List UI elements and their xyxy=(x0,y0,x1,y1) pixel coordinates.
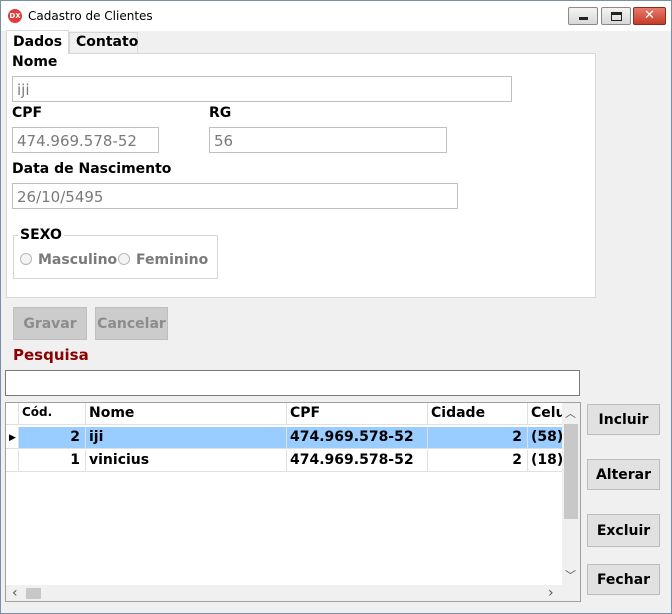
masculino-radio[interactable] xyxy=(20,253,32,265)
close-button[interactable]: ✕ xyxy=(633,7,666,25)
cell-cod[interactable]: 1 xyxy=(19,450,86,472)
maximize-button[interactable] xyxy=(601,7,631,25)
rg-label: RG xyxy=(209,105,232,121)
cell-nome[interactable]: vinicius xyxy=(86,450,287,472)
incluir-button[interactable]: Incluir xyxy=(587,404,660,435)
cell-cod[interactable]: 2 xyxy=(19,427,86,449)
cpf-label: CPF xyxy=(12,105,43,121)
minimize-button[interactable] xyxy=(568,7,598,25)
scroll-left-icon[interactable]: ‹ xyxy=(12,585,18,601)
tab-contato[interactable]: Contato xyxy=(69,32,138,53)
row-indicator xyxy=(6,450,19,472)
nascimento-label: Data de Nascimento xyxy=(12,161,172,177)
search-input[interactable] xyxy=(5,370,580,396)
excluir-button[interactable]: Excluir xyxy=(587,514,660,547)
cell-cidade[interactable]: 2 xyxy=(428,427,528,449)
scroll-right-icon[interactable]: › xyxy=(548,585,554,601)
gravar-button[interactable]: Gravar xyxy=(13,307,87,340)
cell-cpf[interactable]: 474.969.578-52 xyxy=(287,427,428,449)
cell-celular[interactable]: (18) xyxy=(528,450,562,472)
close-icon: ✕ xyxy=(644,8,655,23)
nascimento-field[interactable]: 26/10/5495 xyxy=(12,183,458,209)
col-cpf[interactable]: CPF xyxy=(287,403,428,425)
horizontal-scrollbar[interactable]: ‹ › xyxy=(6,585,562,601)
pesquisa-label: Pesquisa xyxy=(13,346,89,364)
table-row[interactable]: 1 vinicius 474.969.578-52 2 (18) xyxy=(6,450,562,472)
col-nome[interactable]: Nome xyxy=(86,403,287,425)
nome-label: Nome xyxy=(12,54,58,70)
maximize-icon xyxy=(611,12,622,21)
fechar-button[interactable]: Fechar xyxy=(587,564,660,595)
header-indicator xyxy=(6,403,19,425)
rg-field[interactable]: 56 xyxy=(209,127,447,153)
col-celular[interactable]: Celu xyxy=(528,403,562,425)
cpf-field[interactable]: 474.969.578-52 xyxy=(12,127,159,153)
cell-cpf[interactable]: 474.969.578-52 xyxy=(287,450,428,472)
masculino-label[interactable]: Masculino xyxy=(38,252,117,268)
col-cidade[interactable]: Cidade xyxy=(428,403,528,425)
alterar-button[interactable]: Alterar xyxy=(587,459,660,490)
col-cod[interactable]: Cód. xyxy=(19,403,86,425)
feminino-radio[interactable] xyxy=(118,253,130,265)
grid-viewport: Cód. Nome CPF Cidade Celu ▶ 2 iji 474.96… xyxy=(6,403,562,585)
scroll-up-icon[interactable]: ︿ xyxy=(565,405,576,421)
sexo-title: SEXO xyxy=(18,227,64,243)
feminino-label[interactable]: Feminino xyxy=(136,252,208,268)
horizontal-scroll-thumb[interactable] xyxy=(26,588,41,599)
table-row[interactable]: ▶ 2 iji 474.969.578-52 2 (58) xyxy=(6,427,562,449)
window-title: Cadastro de Clientes xyxy=(28,9,153,23)
cell-celular[interactable]: (58) xyxy=(528,427,562,449)
vertical-scroll-thumb[interactable] xyxy=(564,424,578,519)
main-window: DX Cadastro de Clientes ✕ Dados Contato … xyxy=(0,0,672,614)
app-logo-icon: DX xyxy=(8,9,22,23)
row-pointer-icon: ▶ xyxy=(6,427,19,449)
minimize-icon xyxy=(579,17,588,20)
title-bar[interactable]: DX Cadastro de Clientes ✕ xyxy=(1,1,671,31)
scroll-down-icon[interactable]: ﹀ xyxy=(565,567,576,583)
cancelar-button[interactable]: Cancelar xyxy=(95,307,168,340)
vertical-scrollbar[interactable]: ︿ ﹀ xyxy=(562,403,580,585)
clientes-grid[interactable]: Cód. Nome CPF Cidade Celu ▶ 2 iji 474.96… xyxy=(5,402,581,602)
scroll-corner xyxy=(562,585,580,601)
cell-cidade[interactable]: 2 xyxy=(428,450,528,472)
nome-field[interactable]: iji xyxy=(12,76,512,102)
tab-dados[interactable]: Dados xyxy=(6,30,69,54)
grid-header: Cód. Nome CPF Cidade Celu xyxy=(6,403,562,425)
cell-nome[interactable]: iji xyxy=(86,427,287,449)
